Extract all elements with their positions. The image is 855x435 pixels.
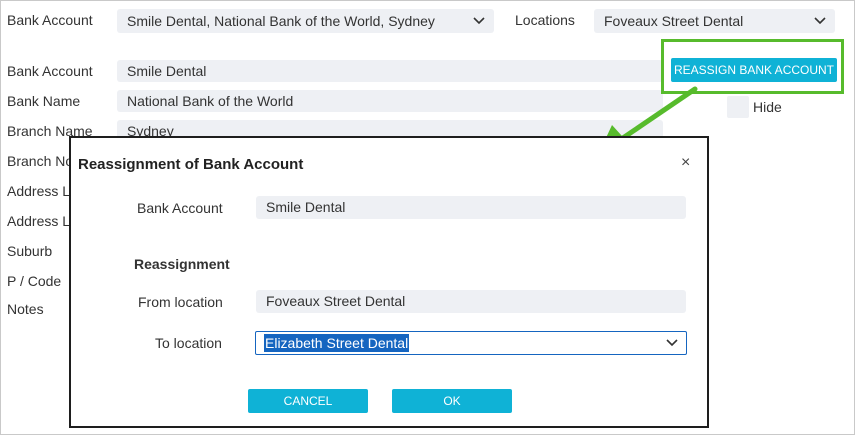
bank-name-field[interactable]: National Bank of the World [117,90,663,112]
hide-label: Hide [753,99,782,115]
chevron-down-icon [666,332,678,354]
bank-account-field[interactable]: Smile Dental [117,60,663,82]
ok-button[interactable]: OK [392,389,512,413]
reassignment-dialog: Reassignment of Bank Account × Bank Acco… [69,136,709,428]
bank-account-select-value: Smile Dental, National Bank of the World… [127,13,435,29]
locations-select-value: Foveaux Street Dental [604,13,744,29]
reassignment-heading: Reassignment [134,256,230,272]
cancel-button[interactable]: CANCEL [248,389,368,413]
chevron-down-icon [472,9,486,33]
postcode-label: P / Code [7,273,62,289]
chevron-down-icon [813,9,827,33]
bank-account-label: Bank Account [7,63,93,79]
close-icon[interactable]: × [681,154,690,172]
suburb-label: Suburb [7,243,53,259]
bank-account-select[interactable]: Smile Dental, National Bank of the World… [117,9,494,33]
hide-checkbox[interactable] [727,96,749,118]
locations-select[interactable]: Foveaux Street Dental [594,9,835,33]
dialog-title: Reassignment of Bank Account [78,156,304,173]
from-location-label: From location [138,294,223,310]
branch-no-label: Branch No [7,153,74,169]
dialog-bank-account-field: Smile Dental [256,196,686,219]
locations-label: Locations [515,12,575,28]
to-location-select[interactable]: Elizabeth Street Dental [255,331,687,355]
notes-label: Notes [7,301,44,317]
dialog-bank-account-label: Bank Account [137,200,223,216]
from-location-field: Foveaux Street Dental [256,290,686,313]
to-location-label: To location [155,335,222,351]
bank-name-label: Bank Name [7,93,81,109]
to-location-value: Elizabeth Street Dental [264,334,410,352]
top-bank-account-label: Bank Account [7,12,93,28]
